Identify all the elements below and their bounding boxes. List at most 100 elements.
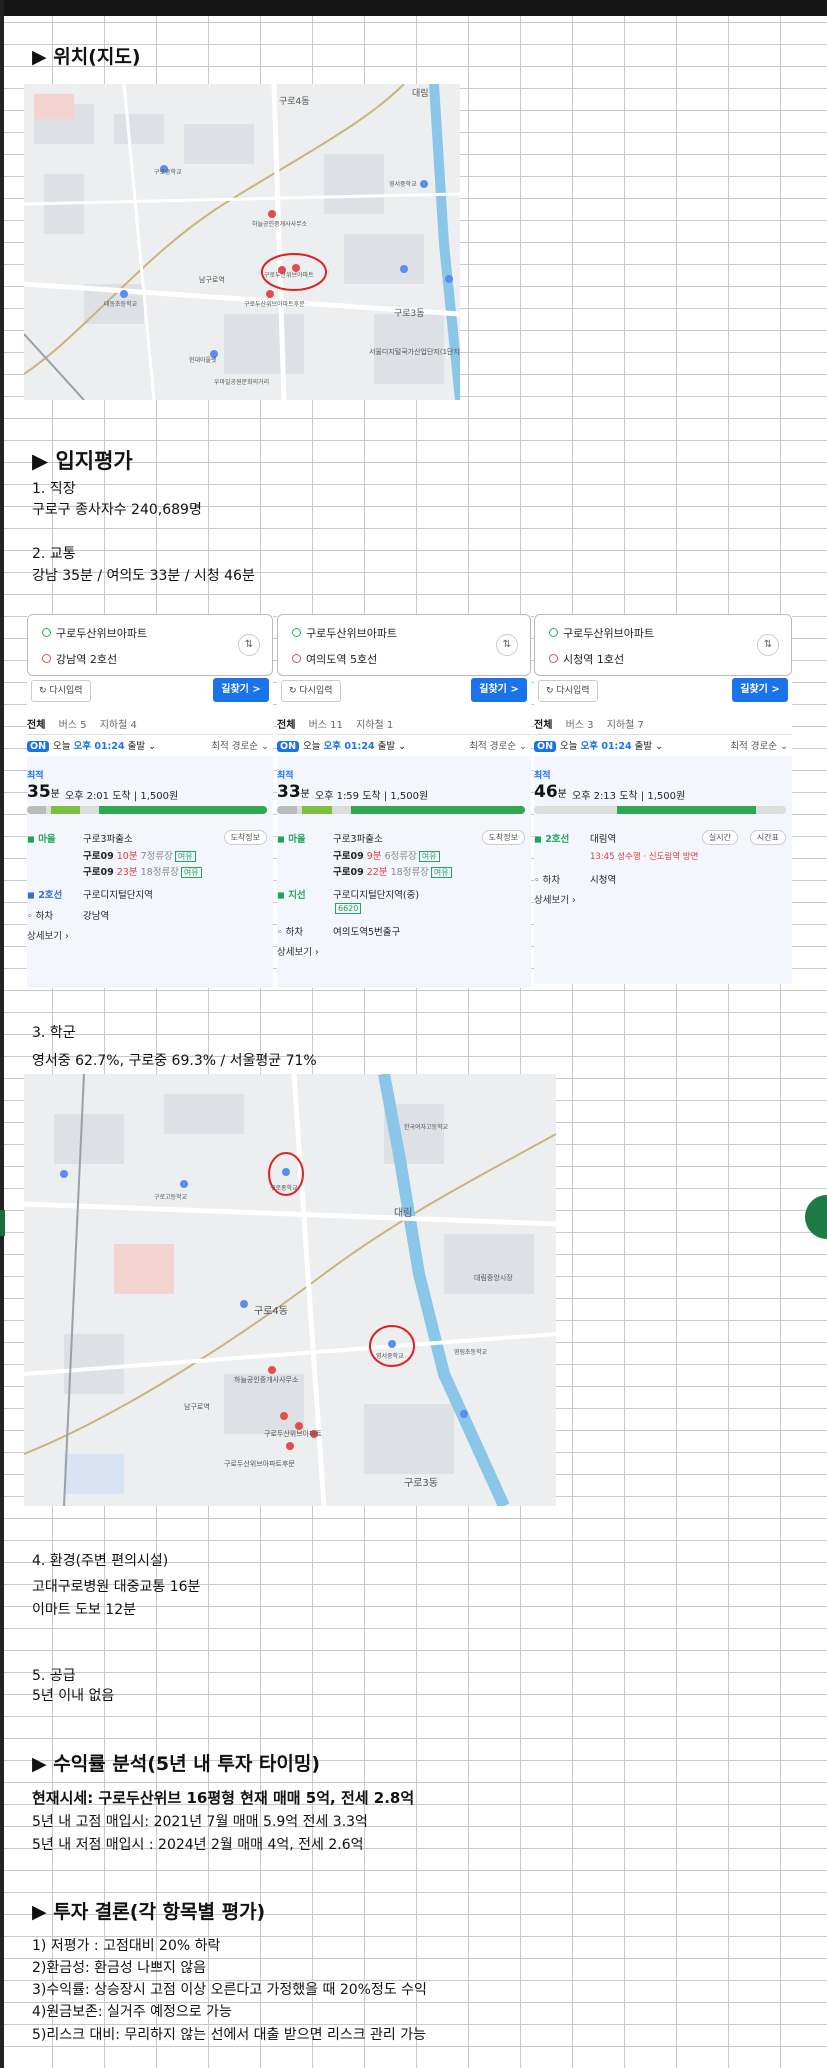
route-result[interactable]: 최적 46분 오후 2:13 도착 | 1,500원 ◼ 2호선 대림역 실시간… [534, 756, 792, 984]
departure-row[interactable]: ON 오늘 오후 01:24 출발 ⌄ 최적 경로순 ⌄ [534, 738, 792, 752]
search-route-button[interactable]: 길찾기 > [213, 678, 269, 702]
arrival-info: 오후 2:13 도착 | 1,500원 [572, 791, 686, 802]
tab-subway[interactable]: 지하철 4 [100, 720, 137, 731]
transfer-stop: 구로디지털단지역(중) [333, 890, 420, 901]
transfer-label: ◼ 2호선 [534, 834, 570, 845]
origin-dot-icon [292, 628, 301, 637]
detail-link[interactable]: 상세보기 › [534, 892, 576, 906]
svg-text:대림: 대림 [394, 1207, 412, 1219]
green-marker [0, 1210, 5, 1236]
job-title: 1. 직장 [32, 481, 76, 497]
reset-button[interactable]: ↻ 다시입력 [281, 680, 341, 702]
tab-subway[interactable]: 지하철 1 [356, 720, 393, 731]
route-tabs: 전체 버스 3 지하철 7 [534, 716, 792, 735]
alight-stop: 여의도역5번출구 [333, 927, 401, 938]
origin-dot-icon [549, 628, 558, 637]
location-map[interactable]: 구로4동 대림 구로3동 하늘공인중개사사무소 구로두산위브아파트 구로두산위브… [24, 84, 460, 400]
sort-dropdown[interactable]: 최적 경로순 ⌄ [211, 738, 269, 752]
timetable-button[interactable]: 시간표 [749, 830, 786, 845]
detail-link[interactable]: 상세보기 › [27, 928, 69, 942]
school-title: 3. 학군 [32, 1025, 76, 1041]
alight-stop: 강남역 [83, 911, 110, 922]
svg-text:구로3동: 구로3동 [394, 308, 425, 319]
svg-text:대동초등학교: 대동초등학교 [104, 300, 138, 308]
reset-button[interactable]: ↻ 다시입력 [31, 680, 91, 702]
on-badge: ON [277, 741, 300, 752]
realtime-button[interactable]: 실시간 [701, 830, 738, 845]
destination-field[interactable]: 강남역 2호선 [42, 651, 117, 667]
tab-bus[interactable]: 버스 11 [309, 720, 343, 731]
search-route-button[interactable]: 길찾기 > [471, 678, 527, 702]
duration: 33분 [277, 782, 310, 802]
tab-all[interactable]: 전체 [277, 720, 295, 731]
location-map-graphic: 구로4동 대림 구로3동 하늘공인중개사사무소 구로두산위브아파트 구로두산위브… [24, 84, 460, 400]
swap-icon[interactable]: ⇅ [757, 634, 779, 656]
origin-field[interactable]: 구로두산위브아파트 [292, 625, 397, 641]
route-card-cityhall[interactable]: 구로두산위브아파트 시청역 1호선 ⇅ ↻ 다시입력 길찾기 > 전체 버스 3… [534, 614, 792, 984]
svg-text:구로3동: 구로3동 [404, 1477, 438, 1489]
location-title: ▶ 위치(지도) [32, 46, 141, 68]
reset-button[interactable]: ↻ 다시입력 [538, 680, 598, 702]
route-tabs: 전체 버스 5 지하철 4 [27, 716, 273, 735]
svg-text:구로4동: 구로4동 [254, 1305, 288, 1317]
route-inputs: 구로두산위브아파트 여의도역 5호선 ⇅ [277, 614, 531, 676]
destination-dot-icon [42, 654, 51, 663]
svg-text:한국여자고등학교: 한국여자고등학교 [404, 1123, 449, 1131]
job-text: 구로구 종사자수 240,689명 [32, 502, 202, 518]
origin-field[interactable]: 구로두산위브아파트 [549, 625, 654, 641]
departure-row[interactable]: ON 오늘 오후 01:24 출발 ⌄ 최적 경로순 ⌄ [277, 738, 531, 752]
arrival-info: 오후 2:01 도착 | 1,500원 [65, 791, 179, 802]
board-label: ◼ 마을 [27, 834, 56, 845]
transfer-label: ◼ 2호선 [27, 890, 63, 901]
destination-field[interactable]: 시청역 1호선 [549, 651, 624, 667]
detail-link[interactable]: 상세보기 › [277, 944, 319, 958]
svg-text:서울디지털국가산업단지(1단지): 서울디지털국가산업단지(1단지) [369, 347, 460, 356]
arrival-info-button[interactable]: 도착정보 [223, 830, 267, 845]
supply-title: 5. 공급 [32, 1668, 76, 1684]
transport-text: 강남 35분 / 여의도 33분 / 시청 46분 [32, 568, 255, 584]
bus-arrival-2: 구로09 23분 18정류장 여유 [83, 864, 202, 878]
svg-text:구로두산위브아파트: 구로두산위브아파트 [264, 271, 314, 279]
board-stop: 구로3파출소 [333, 834, 383, 845]
transport-title: 2. 교통 [32, 546, 76, 562]
tab-bus[interactable]: 버스 5 [59, 720, 87, 731]
departure-row[interactable]: ON 오늘 오후 01:24 출발 ⌄ 최적 경로순 ⌄ [27, 738, 273, 752]
tab-all[interactable]: 전체 [27, 720, 45, 731]
swap-icon[interactable]: ⇅ [238, 634, 260, 656]
supply-text: 5년 이내 없음 [32, 1688, 115, 1704]
tab-bus[interactable]: 버스 3 [566, 720, 594, 731]
route-result[interactable]: 최적 35분 오후 2:01 도착 | 1,500원 ◼ 마을 구로3파출소 도… [27, 756, 273, 988]
tab-all[interactable]: 전체 [534, 720, 552, 731]
school-map[interactable]: 구로4동 구로3동 대림 대림중앙시장 하늘공인중개사사무소 구로두산위브아파트… [24, 1074, 556, 1506]
return-current: 현재시세: 구로두산위브 16평형 현재 매매 5억, 전세 2.8억 [32, 1789, 415, 1807]
destination-field[interactable]: 여의도역 5호선 [292, 651, 377, 667]
svg-text:남구로역: 남구로역 [199, 275, 225, 284]
tab-subway[interactable]: 지하철 7 [607, 720, 644, 731]
search-route-button[interactable]: 길찾기 > [732, 678, 788, 702]
transfer-stop: 구로디지털단지역 [83, 890, 153, 901]
swap-icon[interactable]: ⇅ [496, 634, 518, 656]
alight-label: ◦ 하차 [277, 927, 304, 938]
svg-text:영림초등학교: 영림초등학교 [454, 1348, 488, 1356]
conclusion-item: 5)리스크 대비: 무리하지 않는 선에서 대출 받으면 리스크 관리 가능 [32, 2027, 427, 2043]
on-badge: ON [27, 741, 50, 752]
origin-field[interactable]: 구로두산위브아파트 [42, 625, 147, 641]
arrival-info: 오후 1:59 도착 | 1,500원 [315, 791, 429, 802]
bus-arrival-2: 구로09 22분 18정류장 여유 [333, 864, 452, 878]
segment-bar [27, 806, 267, 814]
arrival-info-button[interactable]: 도착정보 [481, 830, 525, 845]
svg-text:영서중학교: 영서중학교 [389, 180, 417, 188]
best-label: 최적 [277, 771, 294, 781]
route-card-yeouido[interactable]: 구로두산위브아파트 여의도역 5호선 ⇅ ↻ 다시입력 길찾기 > 전체 버스 … [277, 614, 531, 988]
route-result[interactable]: 최적 33분 오후 1:59 도착 | 1,500원 ◼ 마을 구로3파출소 도… [277, 756, 531, 988]
sort-dropdown[interactable]: 최적 경로순 ⌄ [730, 738, 788, 752]
sort-dropdown[interactable]: 최적 경로순 ⌄ [469, 738, 527, 752]
conclusion-item: 1) 저평가 : 고점대비 20% 하락 [32, 1938, 221, 1954]
svg-text:하늘공인중개사사무소: 하늘공인중개사사무소 [252, 220, 308, 228]
svg-text:구로두산위브아파트: 구로두산위브아파트 [264, 1429, 323, 1438]
route-tabs: 전체 버스 11 지하철 1 [277, 716, 531, 735]
svg-text:대림: 대림 [412, 87, 429, 99]
school-map-graphic: 구로4동 구로3동 대림 대림중앙시장 하늘공인중개사사무소 구로두산위브아파트… [24, 1074, 556, 1506]
route-inputs: 구로두산위브아파트 강남역 2호선 ⇅ [27, 614, 273, 676]
route-card-gangnam[interactable]: 구로두산위브아파트 강남역 2호선 ⇅ ↻ 다시입력 길찾기 > 전체 버스 5… [27, 614, 273, 988]
